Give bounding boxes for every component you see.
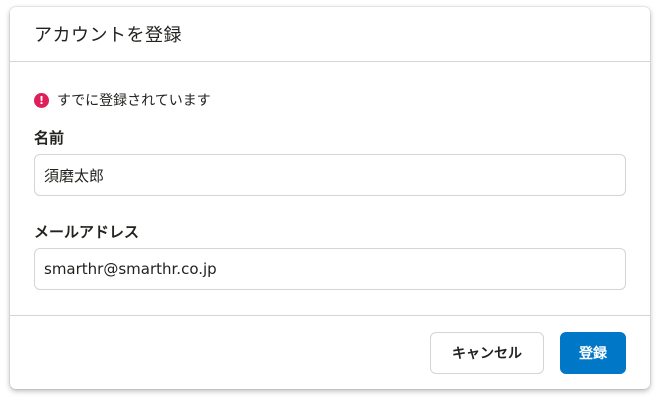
dialog-header: アカウントを登録 — [10, 7, 650, 62]
register-account-dialog: アカウントを登録 ! すでに登録されています 名前 メールアドレス キャンセル … — [10, 7, 650, 389]
cancel-button[interactable]: キャンセル — [430, 332, 544, 374]
error-text: すでに登録されています — [57, 93, 211, 109]
dialog-footer: キャンセル 登録 — [10, 315, 650, 388]
dialog-body: ! すでに登録されています 名前 メールアドレス — [10, 62, 650, 315]
name-label: 名前 — [34, 129, 65, 147]
exclamation-circle-icon: ! — [34, 92, 49, 108]
register-button[interactable]: 登録 — [560, 332, 626, 374]
dialog-title: アカウントを登録 — [34, 25, 182, 46]
name-input[interactable] — [34, 154, 626, 196]
email-input[interactable] — [34, 248, 626, 290]
error-message: ! すでに登録されています — [34, 90, 211, 110]
email-label: メールアドレス — [34, 223, 140, 241]
